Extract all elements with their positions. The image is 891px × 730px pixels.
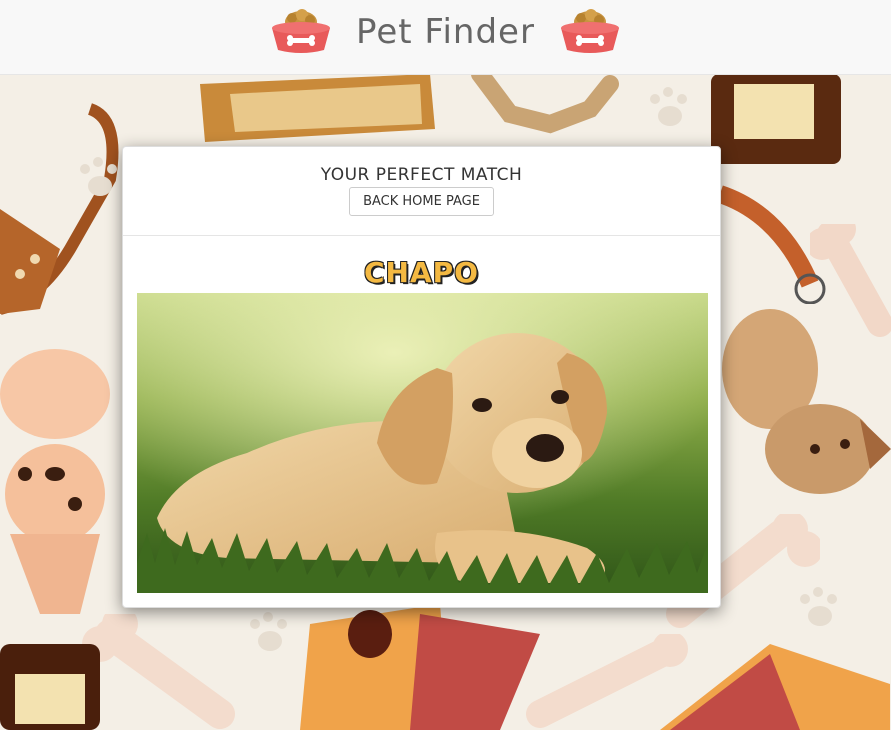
match-panel: YOUR PERFECT MATCH BACK HOME PAGE CHAPO [122,146,721,608]
dog-house-icon [660,644,890,730]
paw-print-icon [650,87,687,126]
trophy-icon [711,74,841,164]
pet-bowl-icon [272,9,331,53]
paw-print-icon [80,157,117,196]
back-home-button[interactable]: BACK HOME PAGE [349,187,494,216]
bone-icon [82,614,235,729]
panel-header: YOUR PERFECT MATCH BACK HOME PAGE [123,147,720,236]
paw-print-icon [800,587,837,626]
pet-name: CHAPO [364,256,479,289]
dog-house-icon [300,604,540,730]
dog-illustration-icon [722,309,891,494]
app-title: Pet Finder [356,12,535,52]
leash-icon [0,103,119,315]
header-bar: Pet Finder [0,0,891,75]
puppy-photo-image [137,293,708,593]
treat-bag-icon [200,74,435,142]
collar-icon [720,185,826,304]
pet-bowl-icon [560,9,619,53]
treat-jar-icon [0,644,100,730]
chihuahua-illustration-icon [0,349,110,614]
paw-print-icon [250,612,287,651]
pet-photo [137,293,708,593]
brand[interactable]: Pet Finder [0,0,891,74]
panel-title: YOUR PERFECT MATCH [320,165,523,185]
dog-illustration-icon [471,74,619,134]
